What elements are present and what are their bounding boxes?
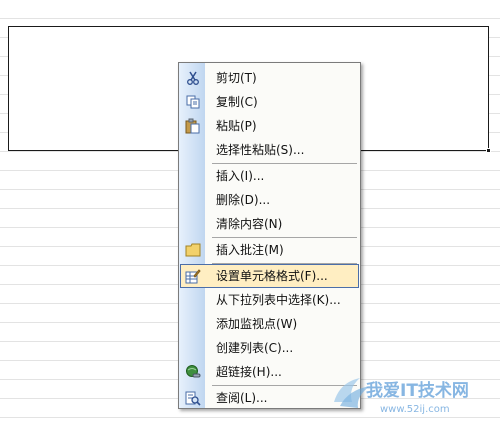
menu-item-label: 创建列表(C)... bbox=[216, 341, 294, 355]
watermark-url: www.52ij.com bbox=[380, 404, 450, 415]
research-icon bbox=[185, 390, 201, 406]
watermark-title: 我爱IT技术网 bbox=[366, 380, 469, 401]
menu-item-label: 粘贴(P) bbox=[216, 119, 257, 133]
menu-item-label: 选择性粘贴(S)... bbox=[216, 143, 305, 157]
menu-item-copy[interactable]: 复制(C) bbox=[180, 90, 359, 114]
menu-item-label: 插入(I)... bbox=[216, 169, 265, 183]
menu-item-clear-contents[interactable]: 清除内容(N) bbox=[180, 212, 359, 236]
menu-item-pick-from-list[interactable]: 从下拉列表中选择(K)... bbox=[180, 288, 359, 312]
menu-item-label: 查阅(L)... bbox=[216, 391, 268, 405]
menu-item-label: 插入批注(M) bbox=[216, 243, 284, 257]
menu-item-add-watch[interactable]: 添加监视点(W) bbox=[180, 312, 359, 336]
hyperlink-icon bbox=[185, 364, 201, 380]
menu-item-label: 删除(D)... bbox=[216, 193, 271, 207]
menu-item-create-list[interactable]: 创建列表(C)... bbox=[180, 336, 359, 360]
fill-handle[interactable] bbox=[486, 148, 491, 153]
format-cells-icon bbox=[185, 268, 201, 284]
scissors-icon bbox=[185, 70, 201, 86]
menu-item-insert-comment[interactable]: 插入批注(M) bbox=[180, 238, 359, 262]
menu-item-cut[interactable]: 剪切(T) bbox=[180, 66, 359, 90]
menu-item-format-cells[interactable]: 设置单元格格式(F)... bbox=[180, 264, 359, 288]
menu-item-label: 添加监视点(W) bbox=[216, 317, 298, 331]
watermark-logo: 我爱IT技术网 www.52ij.com bbox=[330, 372, 495, 417]
menu-item-label: 超链接(H)... bbox=[216, 365, 282, 379]
menu-item-label: 设置单元格格式(F)... bbox=[216, 269, 328, 283]
menu-item-insert[interactable]: 插入(I)... bbox=[180, 164, 359, 188]
menu-item-label: 复制(C) bbox=[216, 95, 258, 109]
menu-item-paste[interactable]: 粘贴(P) bbox=[180, 114, 359, 138]
comment-icon bbox=[185, 242, 201, 258]
menu-item-label: 剪切(T) bbox=[216, 71, 257, 85]
paste-icon bbox=[185, 118, 201, 134]
context-menu: 剪切(T) 复制(C) 粘贴(P) 选择性粘贴(S)... 插入(I)... 删… bbox=[178, 62, 361, 409]
menu-item-label: 从下拉列表中选择(K)... bbox=[216, 293, 341, 307]
menu-item-delete[interactable]: 删除(D)... bbox=[180, 188, 359, 212]
copy-icon bbox=[185, 94, 201, 110]
menu-item-label: 清除内容(N) bbox=[216, 217, 283, 231]
menu-item-paste-special[interactable]: 选择性粘贴(S)... bbox=[180, 138, 359, 162]
